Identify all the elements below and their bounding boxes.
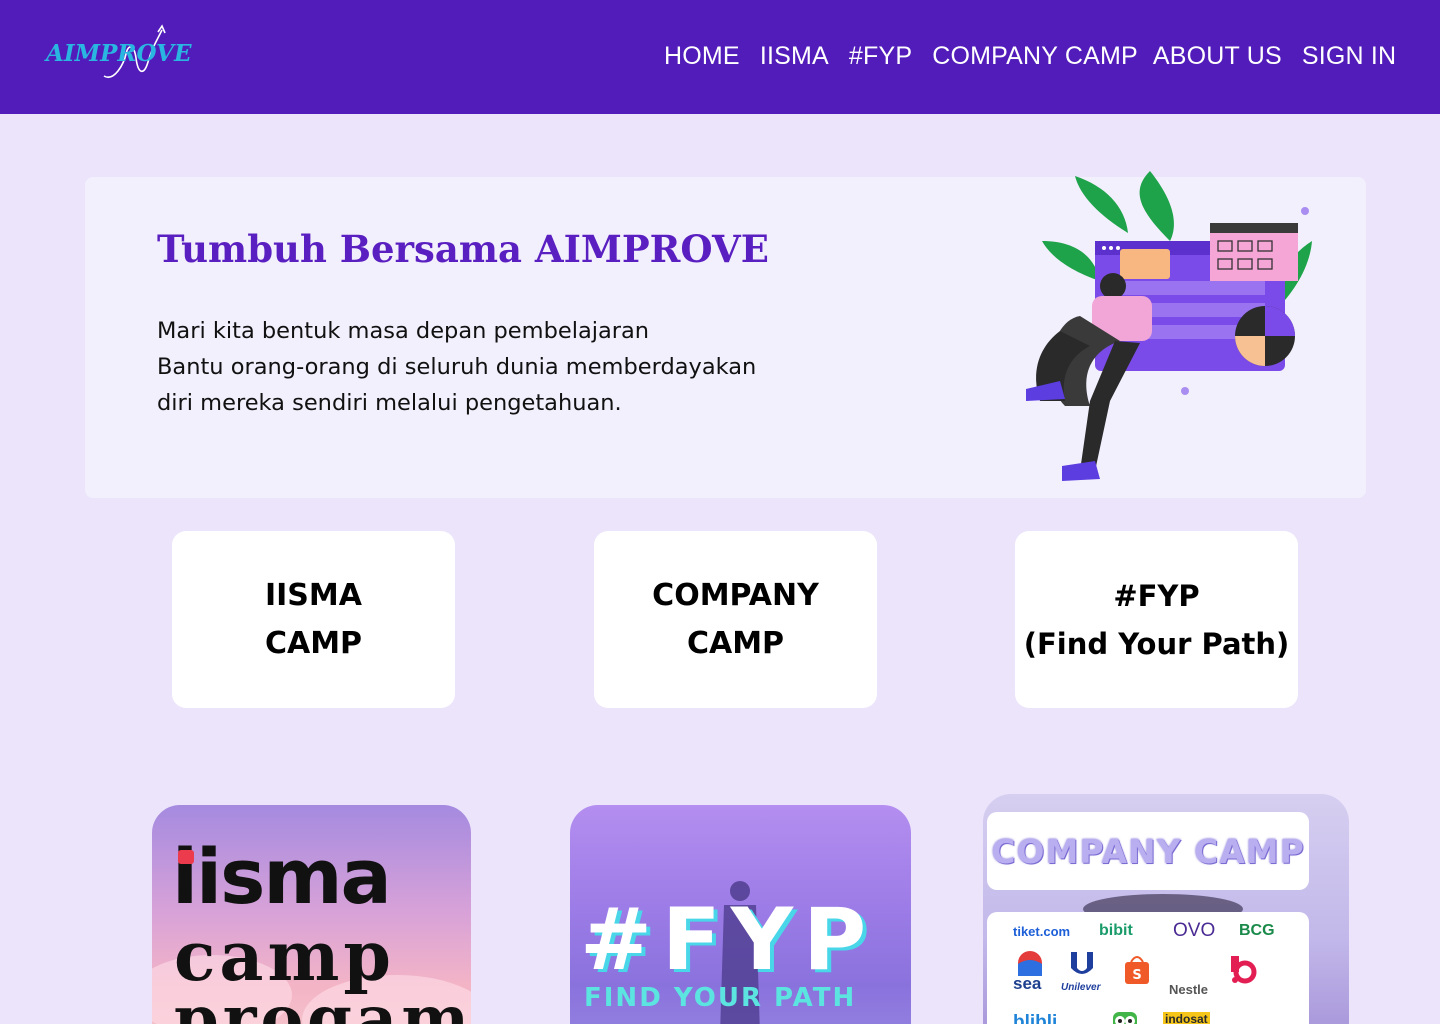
category-title: #FYP: [1113, 578, 1200, 613]
unilever-logo-icon: [1071, 952, 1093, 974]
partner-logo: blibli: [1013, 1012, 1058, 1024]
partner-logo: sea: [1013, 974, 1042, 993]
nav-sign-in[interactable]: SIGN IN: [1302, 40, 1396, 72]
aimprove-logo[interactable]: AIMPROVE: [44, 24, 191, 82]
nav-company-camp[interactable]: COMPANY CAMP: [932, 40, 1138, 72]
logo-text: AIMPROVE: [46, 40, 192, 67]
hero-card: Tumbuh Bersama AIMPROVE Mari kita bentuk…: [85, 171, 1366, 498]
hero-title: Tumbuh Bersama AIMPROVE: [157, 227, 769, 271]
category-title: (Find Your Path): [1023, 626, 1290, 661]
partner-logo: tiket.com: [1013, 924, 1071, 939]
nav-fyp[interactable]: #FYP: [849, 40, 912, 72]
promo-company-header: COMPANY CAMP: [987, 812, 1309, 890]
promo-banner-fyp[interactable]: #FYP FIND YOUR PATH: [570, 805, 911, 1024]
hero-line: diri mereka sendiri melalui pengetahuan.: [157, 390, 622, 416]
hero-line: Bantu orang-orang di seluruh dunia membe…: [157, 354, 757, 380]
nav-iisma[interactable]: IISMA: [760, 40, 829, 72]
hero-illustration: [1026, 171, 1312, 481]
hero-description: Mari kita bentuk masa depan pembelajaran…: [157, 313, 756, 421]
sea-logo-icon: [1018, 951, 1042, 976]
hero-line: Mari kita bentuk masa depan pembelajaran: [157, 318, 650, 344]
category-title: CAMP: [686, 625, 785, 661]
promo-fyp-subtitle: FIND YOUR PATH: [584, 983, 857, 1013]
category-card-fyp[interactable]: #FYP (Find Your Path): [1015, 531, 1298, 708]
bukalapak-logo-icon: [1231, 956, 1257, 984]
svg-text:S: S: [1132, 968, 1141, 983]
promo-banner-company-camp[interactable]: COMPANY CAMP tiket.com bibit OVO BCG sea…: [983, 794, 1349, 1024]
partner-logo: Unilever: [1061, 982, 1101, 993]
promo-fyp-title: #FYP: [580, 890, 877, 990]
partner-logo: OVO: [1173, 920, 1216, 941]
tokopedia-owl-icon: [1113, 1012, 1137, 1024]
partner-logo: Nestle: [1169, 982, 1209, 997]
promo-iisma-line: progam: [174, 982, 471, 1024]
partner-logo: BCG: [1239, 922, 1275, 939]
promo-company-title: COMPANY CAMP: [991, 831, 1305, 871]
partner-logo: indosat: [1163, 1012, 1210, 1024]
nav-home[interactable]: HOME: [664, 40, 740, 72]
category-title: CAMP: [264, 625, 363, 661]
category-title: COMPANY: [652, 577, 819, 613]
category-title: IISMA: [264, 577, 362, 613]
promo-banner-iisma[interactable]: iisma camp progam: [152, 805, 471, 1024]
category-card-iisma-camp[interactable]: IISMA CAMP: [172, 531, 455, 708]
navbar: AIMPROVE HOME IISMA #FYP COMPANY CAMP AB…: [0, 0, 1440, 114]
nav-about-us[interactable]: ABOUT US: [1153, 40, 1282, 72]
promo-iisma-wordmark: iisma: [172, 832, 392, 921]
partner-logo: bibit: [1099, 922, 1133, 939]
iisma-dot-icon: [178, 850, 194, 864]
shopee-bag-icon: S: [1125, 956, 1149, 984]
category-card-company-camp[interactable]: COMPANY CAMP: [594, 531, 877, 708]
main-nav: HOME IISMA #FYP COMPANY CAMP ABOUT US SI…: [664, 40, 1396, 72]
partner-logos: tiket.com bibit OVO BCG sea Unilever Nes…: [987, 912, 1309, 1024]
